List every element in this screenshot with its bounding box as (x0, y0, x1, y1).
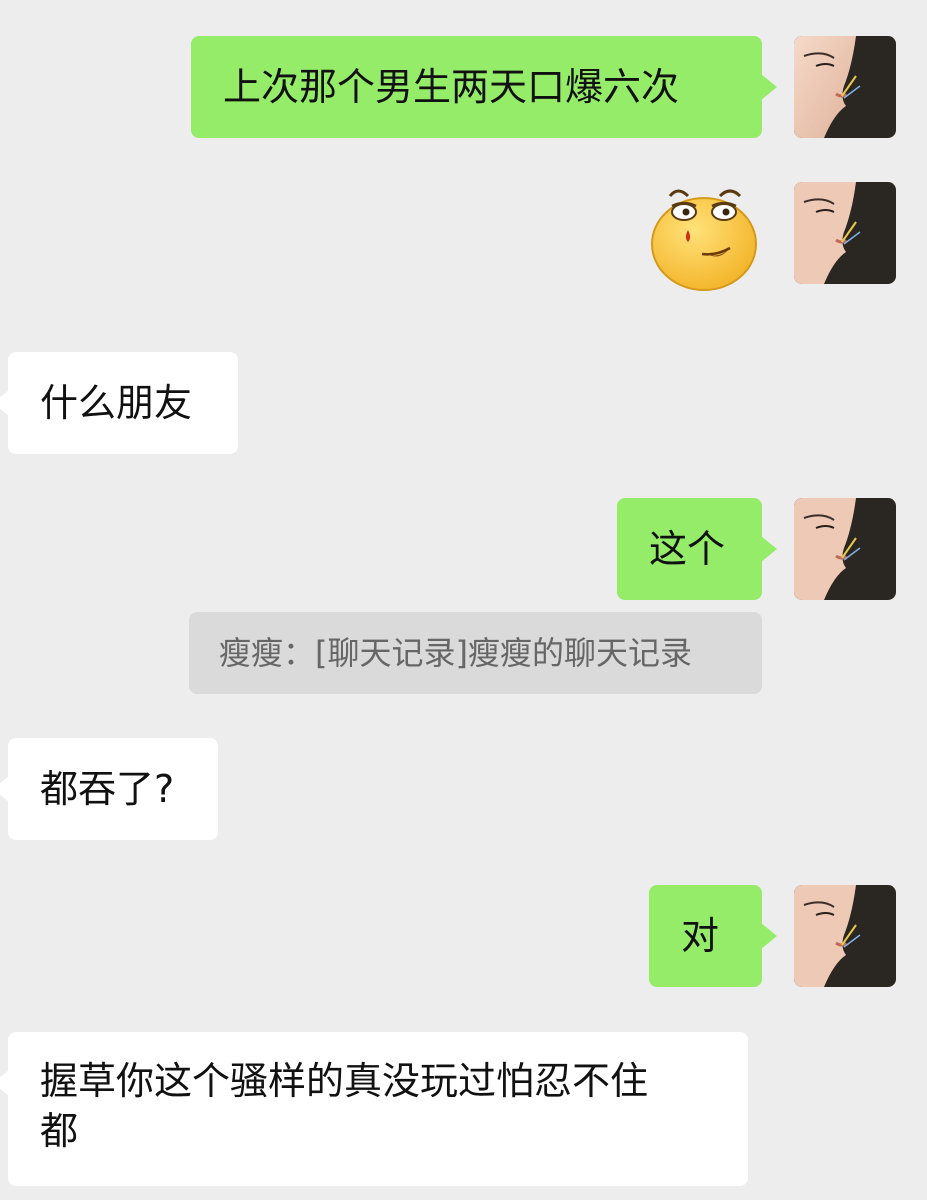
sent-message-bubble[interactable]: 对 (649, 885, 777, 987)
message-text: 都吞了? (40, 767, 175, 811)
sent-message-bubble[interactable]: 这个 (617, 498, 777, 600)
received-message-bubble[interactable]: 都吞了? (0, 738, 218, 840)
avatar[interactable] (794, 182, 896, 284)
message-text-line: 握草你这个骚样的真没玩过怕忍不住 (40, 1059, 649, 1103)
quoted-message[interactable]: 瘦瘦：[聊天记录]瘦瘦的聊天记录 (189, 612, 762, 694)
message-text-line: 都 (40, 1109, 79, 1153)
message-text: 对 (681, 914, 720, 958)
avatar[interactable] (794, 885, 896, 987)
avatar[interactable] (794, 498, 896, 600)
message-text: 什么朋友 (40, 381, 193, 425)
chat-area: 上次那个男生两天口爆六次 什么朋友 这个 瘦瘦：[聊天记录]瘦瘦的聊天记录 都吞… (0, 0, 927, 1200)
received-message-bubble[interactable]: 什么朋友 (0, 352, 238, 454)
sticker-message[interactable] (648, 182, 760, 294)
sent-message-bubble[interactable]: 上次那个男生两天口爆六次 (191, 36, 777, 138)
quoted-message-text: 瘦瘦：[聊天记录]瘦瘦的聊天记录 (219, 634, 692, 672)
smirking-bleeding-face-icon (651, 189, 757, 291)
received-message-bubble[interactable]: 握草你这个骚样的真没玩过怕忍不住 都 (0, 1032, 748, 1186)
message-text: 上次那个男生两天口爆六次 (223, 65, 680, 109)
message-text: 这个 (649, 527, 726, 571)
avatar[interactable] (794, 36, 896, 138)
